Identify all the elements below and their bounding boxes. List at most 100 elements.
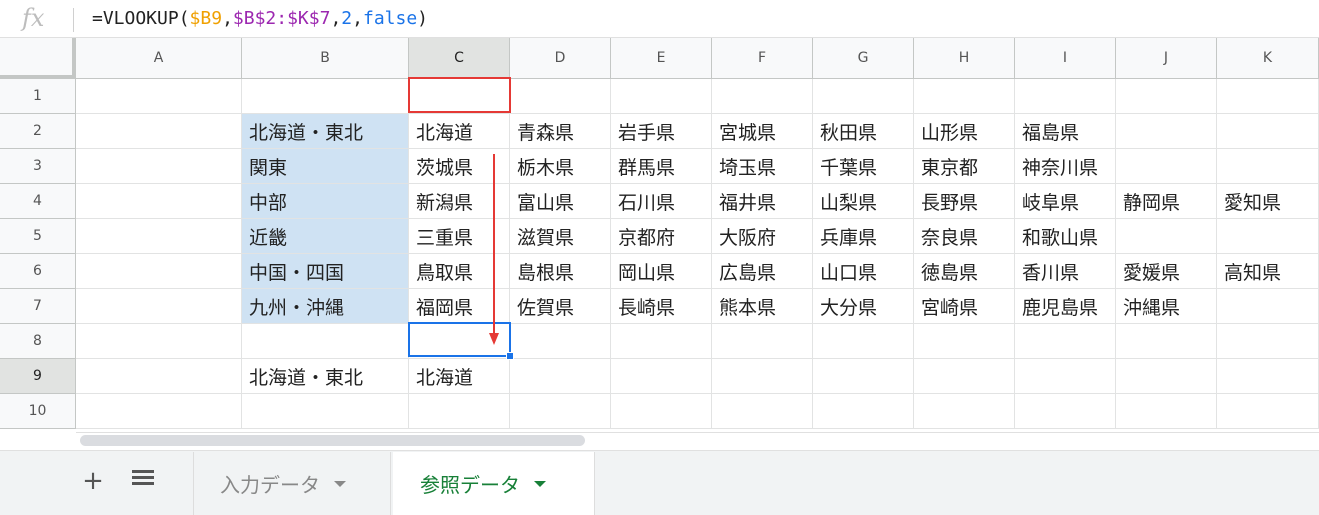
cell-f1[interactable] [712,79,813,114]
cell-j8[interactable] [1116,324,1217,359]
cell-a6[interactable] [76,254,242,289]
cell-b6[interactable]: 中国・四国 [242,254,409,289]
cell-f6[interactable]: 広島県 [712,254,813,289]
cell-d7[interactable]: 佐賀県 [510,289,611,324]
column-header-b[interactable]: B [242,38,409,79]
column-header-g[interactable]: G [813,38,914,79]
cell-e9[interactable] [611,359,712,394]
cell-i2[interactable]: 福島県 [1015,114,1116,149]
cell-c7[interactable]: 福岡県 [409,289,510,324]
cell-e7[interactable]: 長崎県 [611,289,712,324]
cell-i8[interactable] [1015,324,1116,359]
cell-a10[interactable] [76,394,242,429]
column-header-i[interactable]: I [1015,38,1116,79]
cell-c1[interactable] [409,79,510,114]
cell-g7[interactable]: 大分県 [813,289,914,324]
row-header-5[interactable]: 5 [0,219,76,254]
row-header-4[interactable]: 4 [0,184,76,219]
cell-b5[interactable]: 近畿 [242,219,409,254]
cell-g6[interactable]: 山口県 [813,254,914,289]
cell-g4[interactable]: 山梨県 [813,184,914,219]
cell-a8[interactable] [76,324,242,359]
cell-h9[interactable] [914,359,1015,394]
cell-a2[interactable] [76,114,242,149]
cell-b3[interactable]: 関東 [242,149,409,184]
cell-b4[interactable]: 中部 [242,184,409,219]
cell-k1[interactable] [1217,79,1319,114]
row-header-7[interactable]: 7 [0,289,76,324]
row-header-2[interactable]: 2 [0,114,76,149]
cell-c4[interactable]: 新潟県 [409,184,510,219]
cell-a5[interactable] [76,219,242,254]
cell-f2[interactable]: 宮城県 [712,114,813,149]
cell-a3[interactable] [76,149,242,184]
column-header-c[interactable]: C [409,38,510,79]
cell-h5[interactable]: 奈良県 [914,219,1015,254]
cell-e2[interactable]: 岩手県 [611,114,712,149]
cell-h6[interactable]: 徳島県 [914,254,1015,289]
cell-k3[interactable] [1217,149,1319,184]
cell-e6[interactable]: 岡山県 [611,254,712,289]
cell-d2[interactable]: 青森県 [510,114,611,149]
cell-i3[interactable]: 神奈川県 [1015,149,1116,184]
cell-j6[interactable]: 愛媛県 [1116,254,1217,289]
cell-d9[interactable] [510,359,611,394]
column-header-e[interactable]: E [611,38,712,79]
cell-g1[interactable] [813,79,914,114]
cell-k6[interactable]: 高知県 [1217,254,1319,289]
cell-e10[interactable] [611,394,712,429]
row-header-6[interactable]: 6 [0,254,76,289]
cell-g8[interactable] [813,324,914,359]
cell-d4[interactable]: 富山県 [510,184,611,219]
cell-k9[interactable] [1217,359,1319,394]
horizontal-scrollbar-thumb[interactable] [80,435,585,446]
cell-a1[interactable] [76,79,242,114]
cell-e4[interactable]: 石川県 [611,184,712,219]
cell-d10[interactable] [510,394,611,429]
cell-i10[interactable] [1015,394,1116,429]
cell-g5[interactable]: 兵庫県 [813,219,914,254]
cell-f8[interactable] [712,324,813,359]
column-header-j[interactable]: J [1116,38,1217,79]
cell-c10[interactable] [409,394,510,429]
cell-g3[interactable]: 千葉県 [813,149,914,184]
cell-h7[interactable]: 宮崎県 [914,289,1015,324]
row-header-1[interactable]: 1 [0,79,76,114]
cell-c6[interactable]: 鳥取県 [409,254,510,289]
cell-j2[interactable] [1116,114,1217,149]
cell-d3[interactable]: 栃木県 [510,149,611,184]
cell-b9[interactable]: 北海道・東北 [242,359,409,394]
select-all-corner[interactable] [0,38,76,79]
cell-i9[interactable] [1015,359,1116,394]
cell-b10[interactable] [242,394,409,429]
cell-i1[interactable] [1015,79,1116,114]
cell-b8[interactable] [242,324,409,359]
column-header-a[interactable]: A [76,38,242,79]
cell-j4[interactable]: 静岡県 [1116,184,1217,219]
cell-h4[interactable]: 長野県 [914,184,1015,219]
chevron-down-icon[interactable] [534,480,546,487]
cell-f7[interactable]: 熊本県 [712,289,813,324]
cell-a7[interactable] [76,289,242,324]
formula-input[interactable]: =VLOOKUP($B9,$B$2:$K$7,2,false) [92,8,428,29]
cell-e8[interactable] [611,324,712,359]
cell-k8[interactable] [1217,324,1319,359]
cell-g9[interactable] [813,359,914,394]
cell-d6[interactable]: 島根県 [510,254,611,289]
cell-c5[interactable]: 三重県 [409,219,510,254]
cell-b1[interactable] [242,79,409,114]
cell-i6[interactable]: 香川県 [1015,254,1116,289]
cell-j5[interactable] [1116,219,1217,254]
cell-f3[interactable]: 埼玉県 [712,149,813,184]
cell-c9[interactable]: 北海道 [409,359,510,394]
row-header-3[interactable]: 3 [0,149,76,184]
cell-i5[interactable]: 和歌山県 [1015,219,1116,254]
sheet-tab-input-data[interactable]: 入力データ [193,452,391,515]
cell-g2[interactable]: 秋田県 [813,114,914,149]
cell-i7[interactable]: 鹿児島県 [1015,289,1116,324]
cell-j9[interactable] [1116,359,1217,394]
column-header-f[interactable]: F [712,38,813,79]
cell-c2[interactable]: 北海道 [409,114,510,149]
cell-k5[interactable] [1217,219,1319,254]
cell-d1[interactable] [510,79,611,114]
